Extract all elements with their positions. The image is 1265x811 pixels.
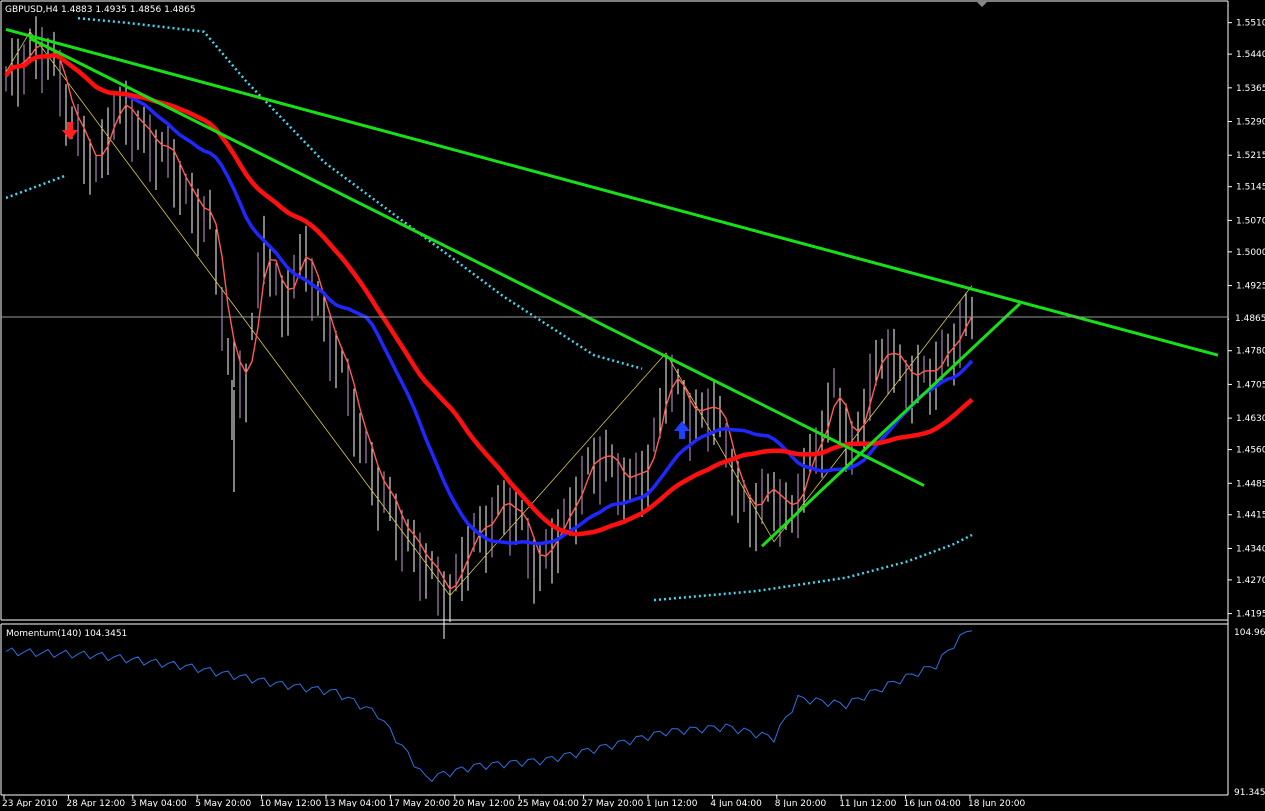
time-tick-label: 16 Jun 04:00 (904, 799, 961, 807)
time-tick-label: 18 Jun 20:00 (968, 799, 1025, 807)
time-tick-label: 8 Jun 20:00 (775, 799, 827, 807)
time-tick-label: 17 May 20:00 (388, 799, 450, 807)
time-tick-label: 3 May 04:00 (131, 799, 187, 807)
time-tick-label: 1 Jun 12:00 (646, 799, 698, 807)
price-tick-label: 1.4560 (1236, 446, 1265, 456)
time-tick-label: 4 Jun 04:00 (710, 799, 762, 807)
price-tick-label: 1.4195 (1236, 610, 1265, 620)
current-price-label: 1.4865 (1235, 314, 1265, 324)
time-tick-label: 11 Jun 12:00 (839, 799, 896, 807)
time-tick-label: 5 May 20:00 (195, 799, 251, 807)
price-tick-label: 1.5070 (1236, 216, 1265, 226)
price-tick-label: 1.4780 (1236, 347, 1265, 357)
price-tick-label: 1.5145 (1236, 183, 1265, 193)
price-tick-label: 1.5290 (1236, 118, 1265, 128)
time-tick-label: 13 May 04:00 (324, 799, 386, 807)
price-tick-label: 1.5000 (1236, 248, 1265, 258)
momentum-tick-label: 91.3458 (1234, 788, 1265, 798)
price-tick-label: 1.4485 (1236, 479, 1265, 489)
momentum-tick-label: 104.964 (1234, 628, 1265, 638)
price-tick-label: 1.4630 (1236, 414, 1265, 424)
time-tick-label: 10 May 12:00 (260, 799, 322, 807)
momentum-label: Momentum(140) 104.3451 (6, 629, 127, 639)
time-tick-label: 20 May 12:00 (453, 799, 515, 807)
price-tick-label: 1.5440 (1236, 50, 1265, 60)
price-tick-label: 1.5510 (1236, 19, 1265, 29)
price-tick-label: 1.4705 (1236, 380, 1265, 390)
price-tick-label: 1.4415 (1236, 511, 1265, 521)
price-tick-label: 1.4925 (1236, 282, 1265, 292)
time-tick-label: 23 Apr 2010 (2, 799, 58, 807)
forex-chart[interactable]: 1.5510 1.5440 1.5365 1.5290 1.5215 1.5145 1.50… (0, 0, 1265, 809)
price-tick-label: 1.5215 (1236, 151, 1265, 161)
time-tick-label: 25 May 04:00 (517, 799, 579, 807)
price-tick-label: 1.4270 (1236, 576, 1265, 586)
time-tick-label: 27 May 20:00 (582, 799, 644, 807)
price-tick-label: 1.5365 (1236, 84, 1265, 94)
price-tick-label: 1.4340 (1236, 544, 1265, 554)
time-tick-label: 28 Apr 12:00 (66, 799, 125, 807)
chart-root: 1.5510 1.5440 1.5365 1.5290 1.5215 1.5145 1.50… (0, 0, 1265, 809)
symbol-header: GBPUSD,H4 1.4883 1.4935 1.4856 1.4865 (5, 5, 196, 15)
